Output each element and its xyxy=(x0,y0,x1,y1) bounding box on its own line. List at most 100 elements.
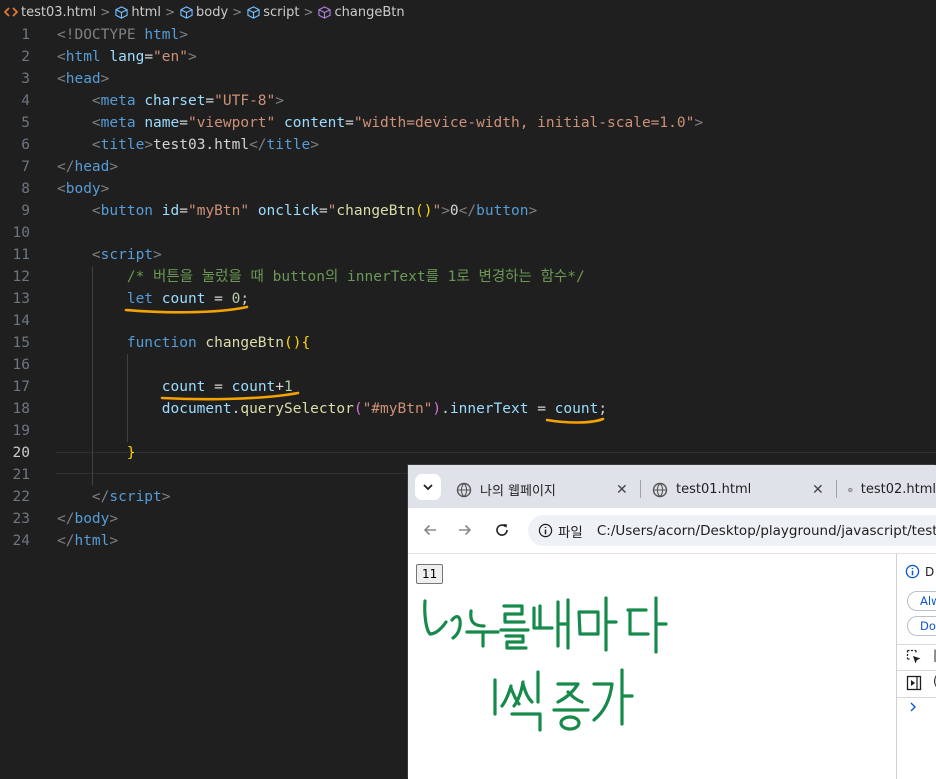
url-text[interactable]: C:/Users/acorn/Desktop/playground/javasc… xyxy=(597,523,936,539)
line-number: 17 xyxy=(12,379,30,395)
code-token: head xyxy=(65,71,101,87)
code-token: test03.html xyxy=(153,137,250,153)
code-line[interactable]: 7 </head> xyxy=(0,156,936,178)
code-line[interactable]: 5 <meta name="viewport" content="width=d… xyxy=(0,112,936,134)
line-number: 4 xyxy=(21,93,30,109)
tab-search-button[interactable] xyxy=(415,474,441,500)
breadcrumb-item-changebtn[interactable]: changeBtn xyxy=(318,5,405,20)
code-token: > xyxy=(179,27,188,43)
browser-window: 나의 웹페이지 ✕ test01.html ✕ test02.html ✕ xyxy=(408,465,936,779)
breadcrumb-item-label: script xyxy=(263,4,300,20)
forward-button[interactable] xyxy=(454,519,476,541)
code-line[interactable]: 3 <head> xyxy=(0,68,936,90)
code-token: > xyxy=(528,203,538,219)
code-line[interactable]: 20 } xyxy=(0,442,936,464)
code-token: content xyxy=(284,115,346,131)
line-number: 18 xyxy=(12,401,30,417)
code-token: changeBtn xyxy=(205,335,284,351)
site-info-chip[interactable]: 파일 xyxy=(558,521,583,541)
code-token: script xyxy=(109,489,162,505)
code-token: body xyxy=(74,511,110,527)
code-line[interactable]: 2 <html lang="en"> xyxy=(0,46,936,68)
tab-test02[interactable]: test02.html ✕ xyxy=(848,471,936,508)
code-token: </ xyxy=(458,203,477,219)
code-token: < xyxy=(57,49,66,65)
code-token: " xyxy=(432,203,442,219)
code-token: html xyxy=(65,49,101,65)
code-token: </ xyxy=(57,159,75,175)
inspect-element-icon[interactable]: | xyxy=(906,648,936,668)
line-number: 15 xyxy=(12,335,30,351)
reload-button[interactable] xyxy=(491,519,513,541)
line-number: 23 xyxy=(12,511,30,527)
code-token: "myBtn" xyxy=(187,203,250,219)
code-line[interactable]: 12 /* 버튼을 눌렀을 때 button의 innerText를 1로 변경… xyxy=(0,266,936,288)
code-token: ; xyxy=(598,401,608,417)
element-cube-icon xyxy=(179,5,193,19)
address-bar[interactable]: 파일 C:/Users/acorn/Desktop/playground/jav… xyxy=(528,515,936,546)
close-tab-icon[interactable]: ✕ xyxy=(616,482,628,498)
code-line[interactable]: 18 document.querySelector("#myBtn").inne… xyxy=(0,398,936,420)
code-token: + xyxy=(275,379,285,395)
code-line[interactable]: 11 <script> xyxy=(0,244,936,266)
code-token: > xyxy=(694,115,704,131)
arrow-right-icon xyxy=(459,524,472,536)
breadcrumb-item-script[interactable]: script xyxy=(246,5,299,20)
code-text: <meta name="viewport" content="width=dev… xyxy=(57,112,703,134)
code-token: > xyxy=(144,137,154,153)
close-tab-icon[interactable]: ✕ xyxy=(812,482,824,498)
code-token: meta xyxy=(100,93,136,109)
code-token: > xyxy=(100,71,110,87)
devtools-always-button[interactable]: Alw xyxy=(907,591,936,611)
line-number: 21 xyxy=(12,467,30,483)
code-token: = xyxy=(205,291,232,307)
element-cube-icon xyxy=(246,5,260,19)
back-button[interactable] xyxy=(419,519,441,541)
code-token: <!DOCTYPE xyxy=(57,27,145,43)
code-token: = xyxy=(345,115,354,131)
code-token: ; xyxy=(240,291,250,307)
method-cube-icon xyxy=(318,5,332,19)
line-number: 9 xyxy=(21,203,30,219)
globe-icon xyxy=(848,487,853,492)
breadcrumb: test03.html > html > body > script > cha… xyxy=(0,0,936,24)
tab-test01[interactable]: test01.html ✕ xyxy=(652,471,828,508)
code-line[interactable]: 14 xyxy=(0,310,936,332)
line-number: 12 xyxy=(12,269,30,285)
line-number: 14 xyxy=(12,313,30,329)
code-line[interactable]: 19 xyxy=(0,420,936,442)
code-line[interactable]: 1 <!DOCTYPE html> xyxy=(0,24,936,46)
devtools-dont-button[interactable]: Do xyxy=(907,616,936,636)
code-token: button xyxy=(100,203,154,219)
code-line[interactable]: 16 xyxy=(0,354,936,376)
tab-my-webpage[interactable]: 나의 웹페이지 ✕ xyxy=(456,471,632,508)
code-line[interactable]: 8 <body> xyxy=(0,178,936,200)
code-text: <head> xyxy=(57,68,109,90)
code-token: } xyxy=(126,445,136,461)
code-line[interactable]: 9 <button id="myBtn" onclick="changeBtn(… xyxy=(0,200,936,222)
code-line[interactable]: 15 function changeBtn(){ xyxy=(0,332,936,354)
code-line[interactable]: 6 <title>test03.html</title> xyxy=(0,134,936,156)
code-token: < xyxy=(57,71,66,87)
code-line[interactable]: 4 <meta charset="UTF-8"> xyxy=(0,90,936,112)
line-number: 2 xyxy=(21,49,30,65)
code-line[interactable]: 10 xyxy=(0,222,936,244)
console-drawer-icon[interactable]: ( xyxy=(906,674,936,694)
chevron-right-icon[interactable] xyxy=(907,701,936,716)
info-icon[interactable] xyxy=(538,523,553,539)
breadcrumb-item-html[interactable]: html xyxy=(114,5,161,20)
code-token: "viewport" xyxy=(187,115,276,131)
breadcrumb-file[interactable]: test03.html xyxy=(4,5,96,20)
code-line[interactable]: 17 count = count+1 xyxy=(0,376,936,398)
code-token: onclick xyxy=(257,203,319,219)
code-token: < xyxy=(91,203,101,219)
code-line[interactable]: 13 let count = 0; xyxy=(0,288,936,310)
code-token: < xyxy=(91,247,101,263)
breadcrumb-item-body[interactable]: body xyxy=(179,5,228,20)
